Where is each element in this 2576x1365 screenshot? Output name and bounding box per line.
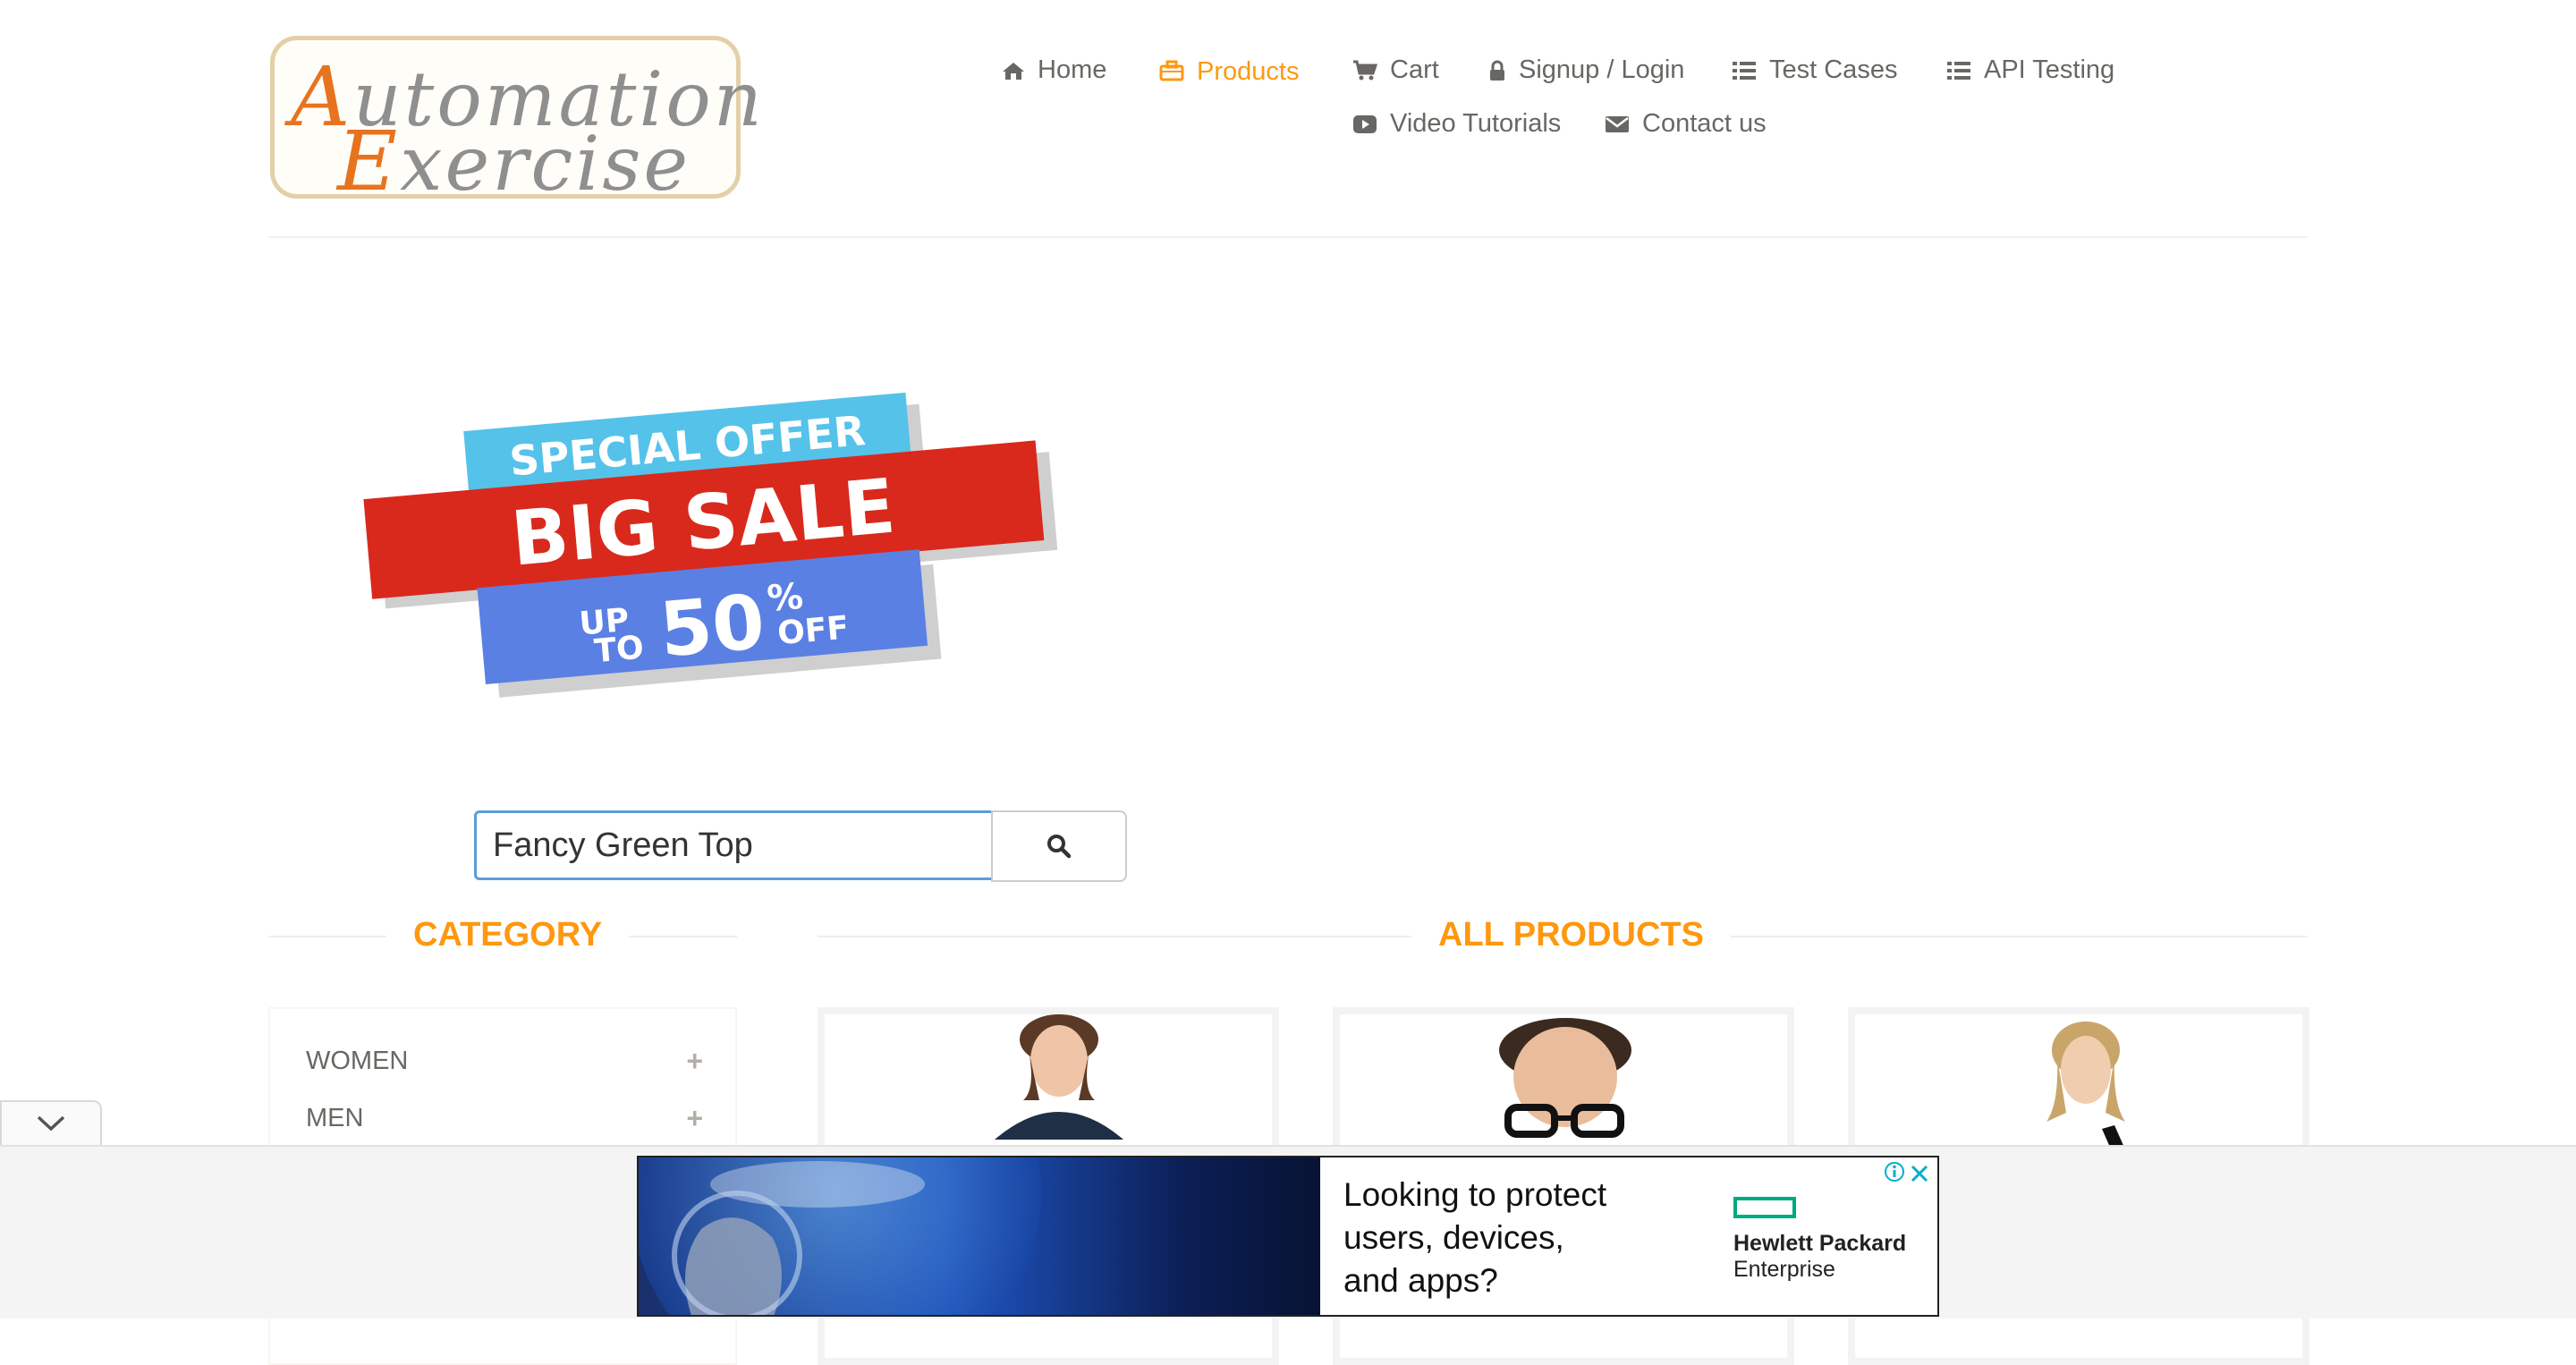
nav-products-label: Products <box>1197 57 1300 86</box>
ad-collapse-toggle[interactable] <box>0 1100 102 1145</box>
header-divider <box>268 236 2308 238</box>
ad-headline-line: Looking to protect <box>1343 1176 1607 1213</box>
nav-api-testing[interactable]: API Testing <box>1946 55 2114 85</box>
category-label: MEN <box>306 1104 364 1132</box>
list-icon <box>1733 61 1756 80</box>
banner-fifty: 50 <box>657 578 768 674</box>
all-products-title: ALL PRODUCTS <box>1411 916 1731 954</box>
product-image <box>2046 1022 2129 1157</box>
nav-test-cases-label: Test Cases <box>1769 55 1898 84</box>
plus-icon[interactable]: + <box>686 1102 703 1135</box>
cart-icon <box>1353 60 1377 80</box>
sale-banner: SPECIAL OFFER BIG SALE UP TO 50 % OFF <box>363 392 1058 698</box>
nav-contact-us[interactable]: Contact us <box>1605 109 1767 139</box>
logo-line-2: Exercise <box>337 114 691 209</box>
nav-products[interactable]: Products <box>1159 55 1300 86</box>
product-image <box>1499 1018 1631 1138</box>
briefcase-icon <box>1159 60 1184 81</box>
nav-signup-login[interactable]: Signup / Login <box>1488 55 1684 85</box>
search-icon <box>1047 835 1072 859</box>
nav-video-tutorials[interactable]: Video Tutorials <box>1352 109 1561 139</box>
plus-icon[interactable]: + <box>686 1045 703 1078</box>
search-input[interactable] <box>474 810 995 880</box>
list-icon <box>1947 61 1970 80</box>
ad-headline[interactable]: Looking to protect users, devices, and a… <box>1343 1174 1683 1302</box>
category-item-women[interactable]: WOMEN + <box>306 1045 703 1078</box>
nav-signup-login-label: Signup / Login <box>1519 55 1685 84</box>
close-icon[interactable] <box>1909 1163 1930 1184</box>
site-logo[interactable]: Automation Exercise <box>270 36 762 203</box>
category-label: WOMEN <box>306 1047 409 1075</box>
chevron-down-icon <box>37 1115 65 1132</box>
ad-image <box>639 1157 1320 1315</box>
search-button[interactable] <box>991 810 1127 882</box>
category-title: CATEGORY <box>386 916 630 954</box>
banner-to: TO <box>593 630 646 671</box>
youtube-icon <box>1353 114 1377 133</box>
nav-home-label: Home <box>1038 55 1107 84</box>
ad-brand-line2: Enterprise <box>1733 1257 1835 1282</box>
nav-video-tutorials-label: Video Tutorials <box>1390 109 1562 138</box>
banner-off: OFF <box>776 609 851 652</box>
hpe-logo-icon <box>1733 1197 1796 1218</box>
nav-contact-us-label: Contact us <box>1642 109 1767 138</box>
ad-headline-line: users, devices, <box>1343 1219 1564 1256</box>
info-icon[interactable] <box>1884 1161 1905 1183</box>
home-icon <box>1003 62 1024 80</box>
nav-cart-label: Cart <box>1390 55 1439 84</box>
ad-brand[interactable]: Hewlett Packard Enterprise <box>1733 1197 1906 1283</box>
nav-home[interactable]: Home <box>1002 55 1106 85</box>
ad-brand-line1: Hewlett Packard <box>1733 1231 1907 1256</box>
nav-cart[interactable]: Cart <box>1352 55 1439 85</box>
lock-icon <box>1490 60 1504 81</box>
nav-api-testing-label: API Testing <box>1984 55 2115 84</box>
category-item-men[interactable]: MEN + <box>306 1102 703 1135</box>
nav-test-cases[interactable]: Test Cases <box>1732 55 1897 85</box>
envelope-icon <box>1606 115 1629 132</box>
advertisement[interactable]: Looking to protect users, devices, and a… <box>637 1156 1939 1317</box>
ad-headline-line: and apps? <box>1343 1262 1498 1299</box>
product-image <box>995 1014 1123 1140</box>
